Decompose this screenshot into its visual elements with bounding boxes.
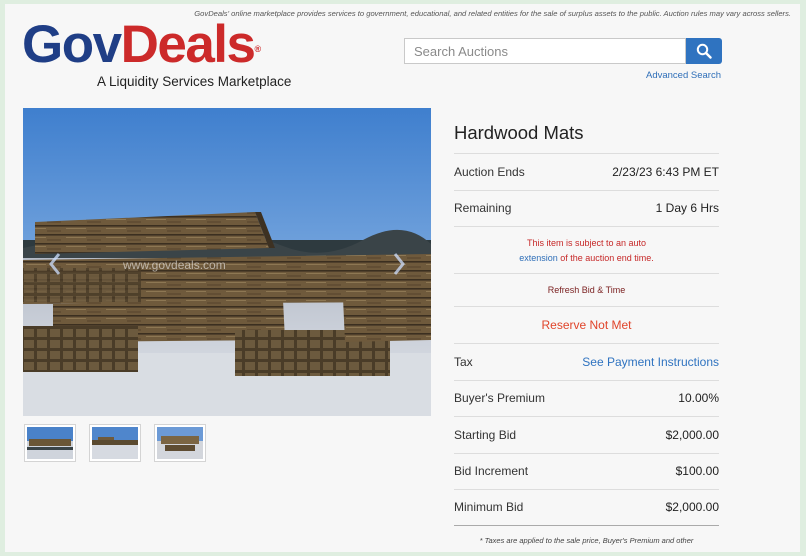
remaining-row: Remaining 1 Day 6 Hrs — [454, 189, 719, 227]
remaining-label: Remaining — [454, 201, 512, 216]
logo-deals-text: Deals — [120, 15, 256, 74]
reserve-status: Reserve Not Met — [454, 306, 719, 343]
auction-ends-value: 2/23/23 6:43 PM ET — [612, 164, 719, 179]
logo-tagline: A Liquidity Services Marketplace — [97, 74, 292, 89]
minimum-bid-value: $2,000.00 — [665, 500, 719, 515]
buyers-premium-value: 10.00% — [678, 391, 719, 406]
tax-label: Tax — [454, 354, 473, 369]
auto-extension-notice: This item is subject to an auto extensio… — [454, 226, 719, 273]
payment-instructions-link[interactable]: See Payment Instructions — [582, 355, 719, 369]
search-button[interactable] — [686, 38, 722, 64]
bid-increment-row: Bid Increment $100.00 — [454, 452, 719, 490]
notice-line-1: This item is subject to an auto — [526, 238, 647, 248]
refresh-bid-time-button[interactable]: Refresh Bid & Time — [454, 273, 719, 306]
logo-wordmark: GovDeals® — [22, 18, 262, 71]
thumbnail-3[interactable] — [154, 424, 206, 462]
main-item-photo[interactable]: www.govdeals.com — [23, 108, 431, 416]
auction-ends-row: Auction Ends 2/23/23 6:43 PM ET — [454, 153, 719, 190]
starting-bid-label: Starting Bid — [454, 427, 517, 442]
item-title: Hardwood Mats — [454, 122, 584, 143]
thumbnail-1[interactable] — [24, 424, 76, 462]
minimum-bid-row: Minimum Bid $2,000.00 — [454, 489, 719, 526]
bid-increment-label: Bid Increment — [454, 464, 529, 479]
remaining-value: 1 Day 6 Hrs — [655, 201, 719, 216]
extension-link[interactable]: extension — [519, 253, 558, 263]
logo-gov-text: Gov — [22, 15, 122, 74]
page: GovDeals' online marketplace provides se… — [5, 4, 800, 552]
minimum-bid-label: Minimum Bid — [454, 500, 524, 515]
tax-footnote: * Taxes are applied to the sale price, B… — [479, 535, 694, 545]
registered-mark: ® — [254, 44, 262, 54]
tax-row: Tax See Payment Instructions — [454, 343, 719, 380]
notice-line-2: of the auction end time. — [557, 253, 654, 263]
search-input[interactable] — [404, 38, 686, 64]
photo-watermark: www.govdeals.com — [122, 258, 226, 272]
header-disclaimer: GovDeals' online marketplace provides se… — [194, 9, 791, 18]
starting-bid-row: Starting Bid $2,000.00 — [454, 416, 719, 453]
auction-ends-label: Auction Ends — [454, 164, 525, 179]
buyers-premium-label: Buyer's Premium — [454, 391, 545, 406]
govdeals-logo[interactable]: GovDeals® A Liquidity Services Marketpla… — [22, 18, 291, 89]
thumbnail-2[interactable] — [89, 424, 141, 462]
auction-details-panel: Hardwood Mats Auction Ends 2/23/23 6:43 … — [454, 108, 719, 545]
buyers-premium-row: Buyer's Premium 10.00% — [454, 379, 719, 417]
advanced-search-link[interactable]: Advanced Search — [646, 70, 721, 81]
starting-bid-value: $2,000.00 — [665, 427, 719, 442]
bid-increment-value: $100.00 — [675, 464, 719, 479]
thumbnail-strip — [24, 424, 206, 462]
search-icon — [696, 43, 712, 59]
